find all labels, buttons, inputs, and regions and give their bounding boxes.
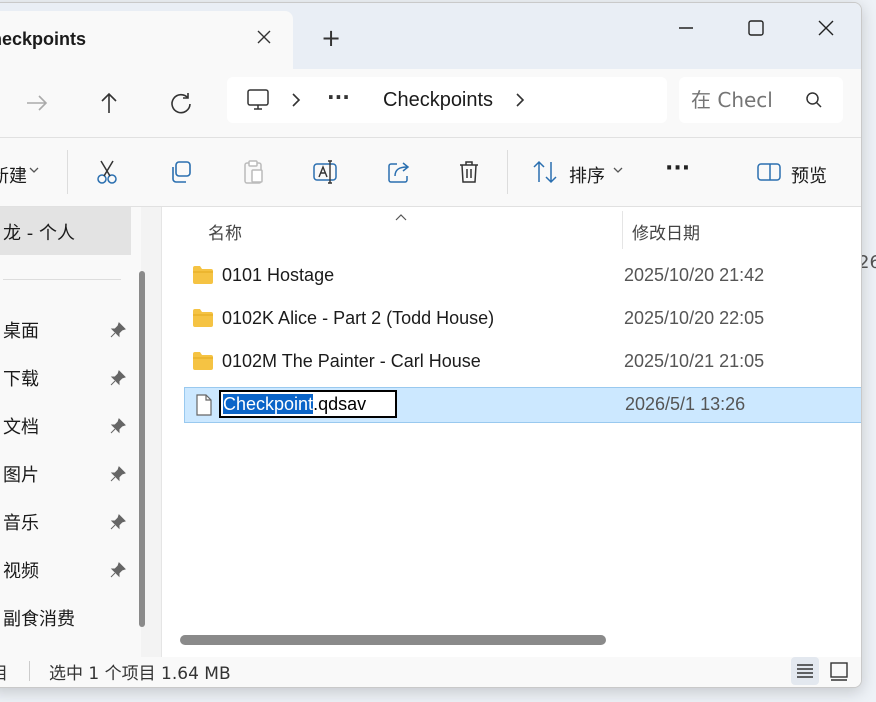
file-row[interactable]: 0102K Alice - Part 2 (Todd House) 2025/1… [184,302,861,336]
tiles-view-icon[interactable] [825,657,853,685]
item-count: 目 [0,659,8,684]
file-date: 2025/10/20 21:42 [624,265,765,285]
horizontal-scrollbar[interactable] [180,635,606,645]
sidebar-item-music[interactable]: 音乐 [0,501,131,541]
path-ellipsis[interactable]: ··· [327,85,350,109]
file-explorer-window: heckpoints + ··· Checkpoints 在 Checl 建 排… [0,2,862,688]
sidebar-item-label: 图片 [3,465,39,486]
file-name: 0102K Alice - Part 2 (Todd House) [222,308,495,328]
toolbar-divider [507,150,508,194]
copy-icon[interactable] [167,158,195,186]
delete-icon[interactable] [455,158,483,186]
chevron-right-icon[interactable] [513,91,527,113]
chevron-down-icon[interactable] [611,162,639,190]
sort-ascending-icon [394,207,408,226]
file-row[interactable]: 0102M The Painter - Carl House 2025/10/2… [184,345,861,379]
column-header-name[interactable]: 名称 [208,219,242,244]
sidebar-item-food-expenses[interactable]: 副食消费 [0,597,131,637]
maximize-button[interactable] [733,13,779,43]
selection-info: 选中 1 个项目 1.64 MB [49,664,231,684]
sidebar-item-label: 桌面 [3,321,39,342]
sidebar-divider [3,279,121,280]
file-name: 0101 Hostage [222,265,335,285]
file-date: 2026/5/1 13:26 [625,394,746,414]
tab-close-icon[interactable] [253,29,275,51]
computer-icon [245,87,271,117]
sidebar-scrollbar[interactable] [139,271,145,627]
sidebar-item-pictures[interactable]: 图片 [0,453,131,493]
pin-icon[interactable] [109,513,127,531]
paste-icon[interactable] [239,158,267,186]
sidebar-item-label: 音乐 [3,513,39,534]
sidebar-item-label: 副食消费 [3,609,75,630]
refresh-icon[interactable] [167,89,195,117]
column-divider[interactable] [622,211,623,249]
sidebar-item-label: 龙 - 个人 [3,223,75,244]
rename-selected-text: Checkpoint [223,394,314,414]
sidebar-item-label: 视频 [3,561,39,582]
new-button[interactable]: 新建 [0,162,27,188]
pin-icon[interactable] [109,417,127,435]
file-list: 名称 修改日期 0101 Hostage 2025/10/20 21:42 01… [162,207,861,657]
new-tab-button[interactable]: + [321,26,341,50]
pin-icon[interactable] [109,561,127,579]
tab-checkpoints[interactable]: heckpoints [0,11,293,69]
file-date: 2025/10/20 22:05 [624,308,765,328]
file-row[interactable]: 0101 Hostage 2025/10/20 21:42 [184,259,861,293]
preview-button[interactable]: 预览 [791,162,827,188]
chevron-down-icon[interactable] [27,162,55,190]
sidebar-item-desktop[interactable]: 桌面 [0,309,131,349]
sort-icon[interactable] [531,158,559,186]
file-date: 2025/10/21 21:05 [624,351,765,371]
breadcrumb-current-folder[interactable]: Checkpoints [383,89,493,112]
forward-arrow-icon[interactable] [23,89,51,117]
sidebar-item-downloads[interactable]: 下载 [0,357,131,397]
search-icon[interactable] [805,91,823,113]
folder-icon [192,351,214,371]
search-input[interactable] [691,87,801,113]
rename-input[interactable]: Checkpoint.qdsav [219,390,397,418]
chevron-right-icon[interactable] [289,91,303,113]
address-bar[interactable]: ··· Checkpoints [227,77,667,123]
file-row-selected[interactable]: Checkpoint.qdsav 2026/5/1 13:26 [184,387,861,423]
rename-icon[interactable] [311,158,339,186]
title-bar: heckpoints + [0,3,861,69]
tab-title: heckpoints [0,29,87,49]
minimize-button[interactable] [663,13,709,43]
navigation-bar: ··· Checkpoints [0,69,861,138]
more-options-button[interactable]: ··· [665,156,690,181]
sidebar-item-documents[interactable]: 文档 [0,405,131,445]
preview-pane-icon[interactable] [755,158,783,186]
search-box[interactable] [679,77,843,123]
file-icon [193,394,215,416]
folder-icon [192,265,214,285]
folder-icon [192,308,214,328]
column-header-date-modified[interactable]: 修改日期 [632,219,700,244]
details-view-icon[interactable] [791,657,819,685]
status-bar: 目 选中 1 个项目 1.64 MB [0,657,861,687]
close-window-button[interactable] [803,13,849,43]
pin-icon[interactable] [109,465,127,483]
up-arrow-icon[interactable] [95,89,123,117]
sidebar-item-videos[interactable]: 视频 [0,549,131,589]
sidebar-item-label: 文档 [3,417,39,438]
sidebar-item-personal[interactable]: 龙 - 个人 [0,207,131,255]
file-name: 0102M The Painter - Carl House [222,351,481,371]
pin-icon[interactable] [109,321,127,339]
command-bar: 新建 排序 ··· [0,138,861,207]
share-icon[interactable] [385,158,413,186]
sort-button[interactable]: 排序 [569,162,605,188]
status-divider [29,661,30,681]
navigation-pane: 龙 - 个人 桌面 下载 文档 图片 音乐 视频 副食消费 [0,207,145,657]
toolbar-divider [67,150,68,194]
cut-icon[interactable] [93,158,121,186]
sidebar-item-label: 下载 [3,369,39,390]
pin-icon[interactable] [109,369,127,387]
rename-extension: .qdsav [313,394,367,414]
